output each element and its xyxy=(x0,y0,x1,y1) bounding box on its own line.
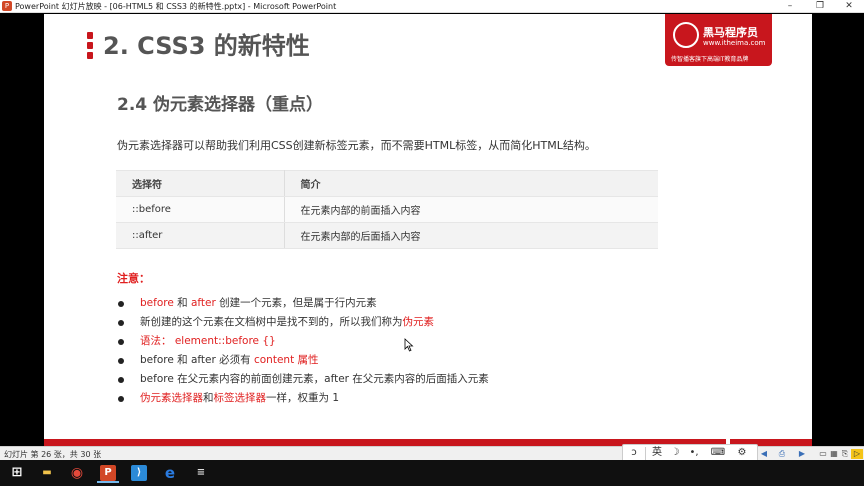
window-titlebar: P PowerPoint 幻灯片放映 - [06-HTML5 和 CSS3 的新… xyxy=(0,0,864,13)
slideshow-button[interactable]: ▷ xyxy=(851,449,863,459)
logo-emblem-icon xyxy=(673,22,699,48)
bullet-text: before 在父元素内容的前面创建元素，after 在父元素内容的后面插入元素 xyxy=(140,373,489,385)
list-item: 伪元素选择器和标签选择器一样，权重为 1 xyxy=(118,389,489,408)
bullet-text-highlight: 标签选择器 xyxy=(213,392,267,404)
restore-button[interactable]: ❐ xyxy=(809,0,831,13)
table-header-description: 简介 xyxy=(284,170,658,197)
table-cell: 在元素内部的前面插入内容 xyxy=(284,196,658,223)
taskbar-file-explorer[interactable]: ▬ xyxy=(36,463,58,483)
powerpoint-app-icon: P xyxy=(2,1,12,11)
minimize-button[interactable]: – xyxy=(779,0,801,13)
bullet-dot-icon xyxy=(118,377,124,383)
bullet-dot-icon xyxy=(118,301,124,307)
taskbar-chrome[interactable]: ◉ xyxy=(66,463,88,483)
list-item: 语法： element::before {} xyxy=(118,332,489,351)
next-slide-button[interactable]: ▶ xyxy=(796,449,808,459)
table-cell: 在元素内部的后面插入内容 xyxy=(284,222,658,249)
windows-start-icon: ⊞ xyxy=(11,465,23,480)
chrome-icon: ◉ xyxy=(70,465,84,481)
intro-text: 伪元素选择器可以帮助我们利用CSS创建新标签元素，而不需要HTML标签，从而简化… xyxy=(117,139,596,152)
bullet-dot-icon xyxy=(118,358,124,364)
list-item: 新创建的这个元素在文档树中是找不到的，所以我们称为伪元素 xyxy=(118,313,489,332)
slide[interactable]: 2. CSS3 的新特性 黑马程序员 www.itheima.com 传智播客旗… xyxy=(44,14,812,446)
ime-language-toggle[interactable]: 英 xyxy=(649,446,665,460)
slideshow-stage[interactable]: 2. CSS3 的新特性 黑马程序员 www.itheima.com 传智播客旗… xyxy=(0,14,864,446)
folder-icon: ▬ xyxy=(42,467,52,478)
logo-tagline: 传智播客旗下高端IT教育品牌 xyxy=(671,56,749,63)
bullet-text-highlight: content 属性 xyxy=(253,354,319,366)
bullet-text-highlight: after xyxy=(190,297,216,309)
list-item: before 和 after 必须有 content 属性 xyxy=(118,351,489,370)
title-marker-2 xyxy=(87,42,93,49)
table-row: ::after 在元素内部的后面插入内容 xyxy=(116,222,658,249)
bullet-text: 新创建的这个元素在文档树中是找不到的，所以我们称为 xyxy=(140,316,403,328)
ime-settings-icon[interactable]: ⚙ xyxy=(733,446,751,460)
bullet-text: 创建一个元素，但是属于行内元素 xyxy=(215,297,377,309)
bullet-text: 和 xyxy=(173,297,191,309)
bullet-text-highlight: 伪元素选择器 xyxy=(140,392,203,404)
bullet-text-highlight: before xyxy=(140,297,174,309)
table-header-row: 选择符 简介 xyxy=(116,170,658,197)
close-button[interactable]: ✕ xyxy=(838,0,860,13)
slide-counter: 幻灯片 第 26 张，共 30 张 xyxy=(4,450,102,459)
ime-width-mode-icon[interactable]: ☽ xyxy=(667,446,683,460)
table-row: ::before 在元素内部的前面插入内容 xyxy=(116,196,658,223)
taskbar-app[interactable]: ≡ xyxy=(190,463,212,483)
note-label: 注意： xyxy=(117,272,150,285)
list-item: before 在父元素内容的前面创建元素，after 在父元素内容的后面插入元素 xyxy=(118,370,489,389)
list-item: before 和 after 创建一个元素，但是属于行内元素 xyxy=(118,294,489,313)
reading-view-button[interactable]: ⎘ xyxy=(839,449,851,459)
taskbar-vscode[interactable]: ⟩ xyxy=(128,463,150,483)
logo-url: www.itheima.com xyxy=(703,39,766,47)
start-button[interactable]: ⊞ xyxy=(6,463,28,483)
previous-slide-button[interactable]: ◀ xyxy=(758,449,770,459)
bullet-dot-icon xyxy=(118,339,124,345)
bullet-text: before 和 after 必须有 xyxy=(140,354,254,366)
selector-table: 选择符 简介 ::before 在元素内部的前面插入内容 ::after 在元素… xyxy=(116,170,658,249)
title-marker-1 xyxy=(87,32,93,39)
mouse-cursor-icon xyxy=(404,338,414,352)
window-title: PowerPoint 幻灯片放映 - [06-HTML5 和 CSS3 的新特性… xyxy=(15,2,337,11)
bullet-list: before 和 after 创建一个元素，但是属于行内元素 新创建的这个元素在… xyxy=(118,294,489,408)
ime-keyboard-icon[interactable]: ⌨ xyxy=(709,446,727,460)
taskbar-powerpoint[interactable]: P xyxy=(97,463,119,483)
taskbar: ⊞ ▬ ◉ P ⟩ e ≡ xyxy=(0,460,864,486)
table-cell: ::after xyxy=(116,222,285,249)
vscode-icon: ⟩ xyxy=(131,465,147,481)
bullet-text-highlight: 语法： element::before {} xyxy=(140,335,276,347)
ime-logo-icon[interactable]: ↄ xyxy=(625,446,643,460)
section-heading: 2.4 伪元素选择器（重点） xyxy=(117,95,324,115)
logo-name: 黑马程序员 xyxy=(703,26,758,39)
edge-icon: e xyxy=(164,464,176,482)
slide-title: 2. CSS3 的新特性 xyxy=(103,32,310,60)
powerpoint-icon: P xyxy=(100,465,116,481)
bullet-text: 一样，权重为 1 xyxy=(266,392,340,404)
table-header-selector: 选择符 xyxy=(116,170,285,197)
bullet-dot-icon xyxy=(118,396,124,402)
ime-separator xyxy=(645,447,646,460)
slide-menu-button[interactable]: ⎙ xyxy=(776,449,788,459)
taskbar-edge[interactable]: e xyxy=(159,463,181,483)
bullet-dot-icon xyxy=(118,320,124,326)
itheima-logo: 黑马程序员 www.itheima.com 传智播客旗下高端IT教育品牌 xyxy=(665,14,772,66)
table-cell: ::before xyxy=(116,196,285,223)
title-marker-3 xyxy=(87,52,93,59)
bullet-text: 和 xyxy=(203,392,214,404)
ime-punctuation-icon[interactable]: •, xyxy=(685,446,703,460)
bullet-text-highlight: 伪元素 xyxy=(402,316,435,328)
app-grid-icon: ≡ xyxy=(196,467,206,478)
